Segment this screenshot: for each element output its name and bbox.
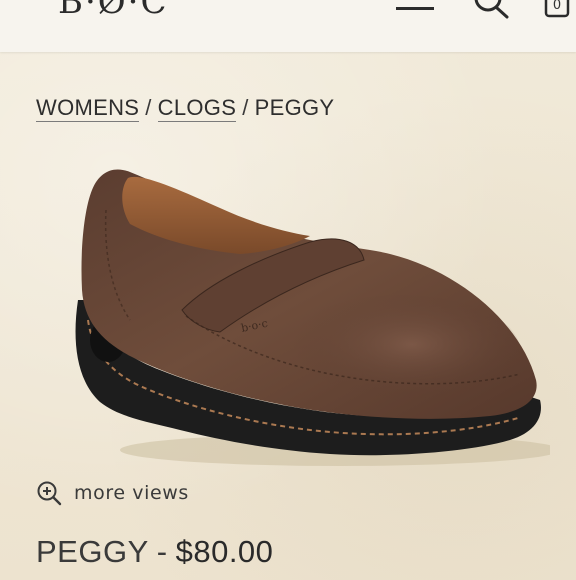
site-header: B·Ø·C 0 xyxy=(0,0,576,52)
breadcrumb-link-womens[interactable]: WOMENS xyxy=(36,95,140,122)
hamburger-menu-icon[interactable] xyxy=(396,0,434,14)
zoom-in-icon xyxy=(37,481,62,506)
breadcrumb-separator: / xyxy=(145,95,152,120)
title-separator: - xyxy=(156,534,168,569)
search-icon[interactable] xyxy=(470,0,510,20)
breadcrumb: WOMENS / CLOGS / PEGGY xyxy=(36,95,335,122)
more-views-label: more views xyxy=(74,482,189,504)
product-image[interactable]: b·o·c xyxy=(70,150,550,480)
shopping-bag-icon[interactable]: 0 xyxy=(544,0,572,20)
cart-count-badge: 0 xyxy=(552,0,562,13)
more-views-button[interactable]: more views xyxy=(36,478,189,508)
product-price: $80.00 xyxy=(175,534,274,569)
breadcrumb-separator: / xyxy=(242,95,249,120)
breadcrumb-current: PEGGY xyxy=(254,95,335,120)
product-title: PEGGY - $80.00 xyxy=(36,534,273,570)
brand-logo[interactable]: B·Ø·C xyxy=(58,0,169,22)
product-name: PEGGY xyxy=(36,534,149,569)
breadcrumb-link-clogs[interactable]: CLOGS xyxy=(157,95,237,122)
